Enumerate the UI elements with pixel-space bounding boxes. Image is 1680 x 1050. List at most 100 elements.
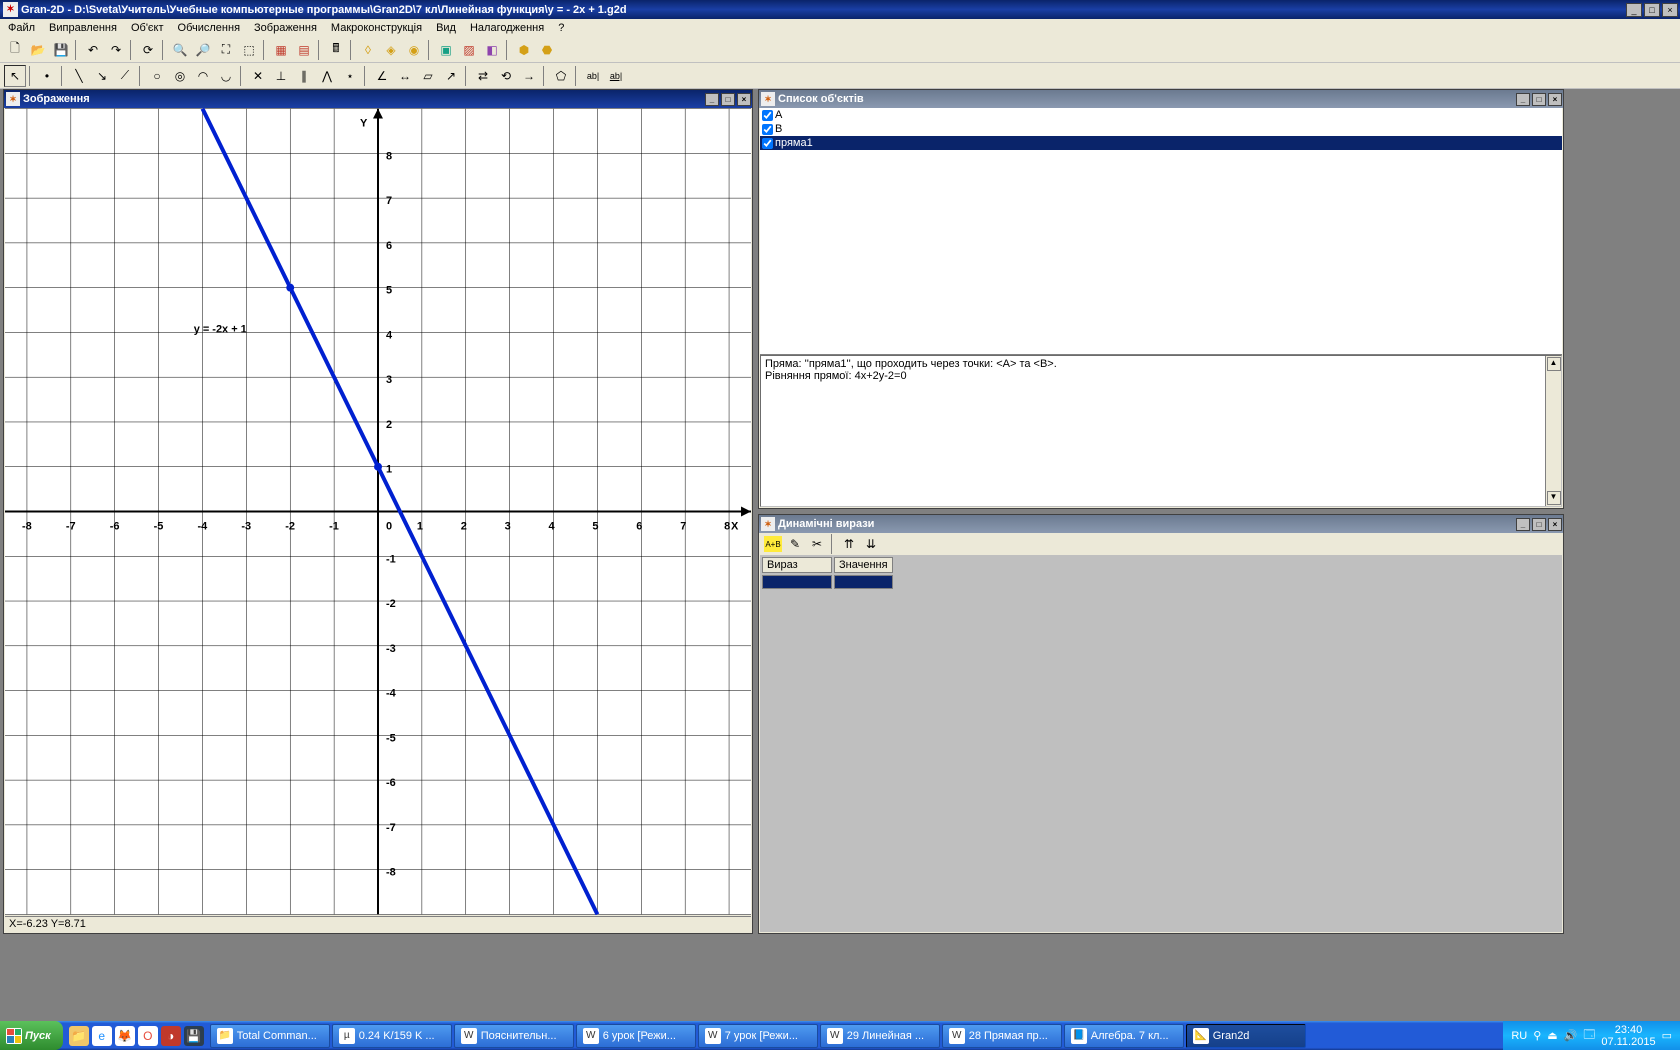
task-button[interactable]: W6 урок [Режи... <box>576 1024 696 1048</box>
polygon-icon[interactable]: ⬠ <box>550 65 572 87</box>
minimize-button[interactable]: _ <box>1626 3 1642 17</box>
line-icon[interactable]: ⟋ <box>114 65 136 87</box>
menu-image[interactable]: Зображення <box>248 21 323 35</box>
tray-lang[interactable]: RU <box>1511 1030 1527 1042</box>
plot-min-button[interactable]: _ <box>705 93 719 106</box>
window-dynamic-expr[interactable]: ✶ Динамічні вирази _ □ × A+B ✎ ✂ ⇈ ⇊ Вир… <box>758 514 1564 934</box>
dyn-col-value[interactable]: Значення <box>834 557 893 573</box>
point-icon[interactable]: • <box>36 65 58 87</box>
dyn-close-button[interactable]: × <box>1548 518 1562 531</box>
info-scrollbar[interactable]: ▲▼ <box>1545 356 1561 506</box>
dyn-max-button[interactable]: □ <box>1532 518 1546 531</box>
list-max-button[interactable]: □ <box>1532 93 1546 106</box>
list-min-button[interactable]: _ <box>1516 93 1530 106</box>
tool-f-icon[interactable]: ◧ <box>481 39 503 61</box>
menu-help[interactable]: ? <box>552 21 570 35</box>
dyn-min-button[interactable]: _ <box>1516 518 1530 531</box>
plot-max-button[interactable]: □ <box>721 93 735 106</box>
label-icon[interactable]: ab| <box>582 65 604 87</box>
new-icon[interactable]: 🗋 <box>4 39 26 61</box>
list-item[interactable]: B <box>760 122 1562 136</box>
circle-icon[interactable]: ○ <box>146 65 168 87</box>
redo-icon[interactable]: ↷ <box>105 39 127 61</box>
task-button[interactable]: W28 Прямая пр... <box>942 1024 1062 1048</box>
plot-canvas-area[interactable]: -8-7-6-5-4-3-2-112345678-8-7-6-5-4-3-2-1… <box>5 108 751 915</box>
refresh-icon[interactable]: ⟳ <box>137 39 159 61</box>
task-button[interactable]: µ0.24 K/159 K ... <box>332 1024 452 1048</box>
scroll-down-icon[interactable]: ▼ <box>1547 491 1561 505</box>
plot-titlebar[interactable]: ✶ Зображення _ □ × <box>4 90 752 108</box>
menu-debug[interactable]: Налагодження <box>464 21 550 35</box>
list-item-checkbox[interactable] <box>762 110 773 121</box>
window-plot[interactable]: ✶ Зображення _ □ × -8-7-6-5-4-3-2-112345… <box>3 89 753 934</box>
arc-icon[interactable]: ◠ <box>192 65 214 87</box>
list-item-checkbox[interactable] <box>762 138 773 149</box>
undo-icon[interactable]: ↶ <box>82 39 104 61</box>
ql-firefox-icon[interactable]: 🦊 <box>115 1026 135 1046</box>
dyn-table[interactable]: ВиразЗначення <box>760 555 895 591</box>
circle2-icon[interactable]: ◎ <box>169 65 191 87</box>
maximize-button[interactable]: □ <box>1644 3 1660 17</box>
plot-close-button[interactable]: × <box>737 93 751 106</box>
dyn-titlebar[interactable]: ✶ Динамічні вирази _ □ × <box>759 515 1563 533</box>
window-object-list[interactable]: ✶ Список об'єктів _ □ × ABпряма1 Пряма: … <box>758 89 1564 509</box>
tray-icon1[interactable]: ⚲ <box>1533 1029 1541 1042</box>
menu-file[interactable]: Файл <box>2 21 41 35</box>
task-button[interactable]: W29 Линейная ... <box>820 1024 940 1048</box>
ql-save-icon[interactable]: 💾 <box>184 1026 204 1046</box>
tool-e-icon[interactable]: ▨ <box>458 39 480 61</box>
ql-opera-icon[interactable]: O <box>138 1026 158 1046</box>
perpend-icon[interactable]: ⊥ <box>270 65 292 87</box>
zoom-region-icon[interactable]: ⬚ <box>238 39 260 61</box>
zoom-in-icon[interactable]: 🔍 <box>169 39 191 61</box>
ql-ie-icon[interactable]: e <box>92 1026 112 1046</box>
slope-icon[interactable]: ↗ <box>440 65 462 87</box>
area-icon[interactable]: ▱ <box>417 65 439 87</box>
tool-b-icon[interactable]: ◈ <box>380 39 402 61</box>
pointer-icon[interactable]: ↖ <box>4 65 26 87</box>
tool-g-icon[interactable]: ⬢ <box>513 39 535 61</box>
parallel-icon[interactable]: ∥ <box>293 65 315 87</box>
save-icon[interactable]: 💾 <box>50 39 72 61</box>
list-titlebar[interactable]: ✶ Список об'єктів _ □ × <box>759 90 1563 108</box>
zoom-fit-icon[interactable]: ⛶ <box>215 39 237 61</box>
axes-icon[interactable]: ▤ <box>293 39 315 61</box>
tray-clock[interactable]: 23:40 07.11.2015 <box>1601 1024 1655 1048</box>
tool-d-icon[interactable]: ▣ <box>435 39 457 61</box>
midpoint-icon[interactable]: ⋆ <box>339 65 361 87</box>
intersect-icon[interactable]: ✕ <box>247 65 269 87</box>
tool-h-icon[interactable]: ⬣ <box>536 39 558 61</box>
label2-icon[interactable]: ab| <box>605 65 627 87</box>
ql-explorer-icon[interactable]: 📁 <box>69 1026 89 1046</box>
arc2-icon[interactable]: ◡ <box>215 65 237 87</box>
menu-edit[interactable]: Виправлення <box>43 21 123 35</box>
reflect-icon[interactable]: ⇄ <box>472 65 494 87</box>
menu-object[interactable]: Об'єкт <box>125 21 170 35</box>
dyn-down-icon[interactable]: ⇊ <box>861 535 881 553</box>
start-button[interactable]: Пуск <box>0 1021 63 1050</box>
task-button[interactable]: 📐Gran2d <box>1186 1024 1306 1048</box>
dyn-add-icon[interactable]: A+B <box>763 535 783 553</box>
menu-view[interactable]: Вид <box>430 21 462 35</box>
task-button[interactable]: 📘Алгебра. 7 кл... <box>1064 1024 1184 1048</box>
tray-volume-icon[interactable]: 🔊 <box>1564 1029 1578 1042</box>
dyn-edit-icon[interactable]: ✎ <box>785 535 805 553</box>
translate-icon[interactable]: → <box>518 65 540 87</box>
tray-show-desktop[interactable]: ▭ <box>1662 1029 1672 1042</box>
list-close-button[interactable]: × <box>1548 93 1562 106</box>
calc-icon[interactable]: 🖩 <box>325 39 347 61</box>
segment-icon[interactable]: ╲ <box>68 65 90 87</box>
angle-icon[interactable]: ∠ <box>371 65 393 87</box>
task-button[interactable]: WПояснительн... <box>454 1024 574 1048</box>
menu-macro[interactable]: Макроконструкція <box>325 21 428 35</box>
task-button[interactable]: W7 урок [Режи... <box>698 1024 818 1048</box>
rotate-icon[interactable]: ⟲ <box>495 65 517 87</box>
dyn-col-expr[interactable]: Вираз <box>762 557 832 573</box>
ql-app-icon[interactable]: ◑ <box>161 1026 181 1046</box>
menu-calc[interactable]: Обчислення <box>172 21 247 35</box>
zoom-out-icon[interactable]: 🔎 <box>192 39 214 61</box>
list-item[interactable]: пряма1 <box>760 136 1562 150</box>
open-icon[interactable]: 📂 <box>27 39 49 61</box>
plot-svg[interactable]: -8-7-6-5-4-3-2-112345678-8-7-6-5-4-3-2-1… <box>5 108 751 915</box>
ray-icon[interactable]: ↘ <box>91 65 113 87</box>
